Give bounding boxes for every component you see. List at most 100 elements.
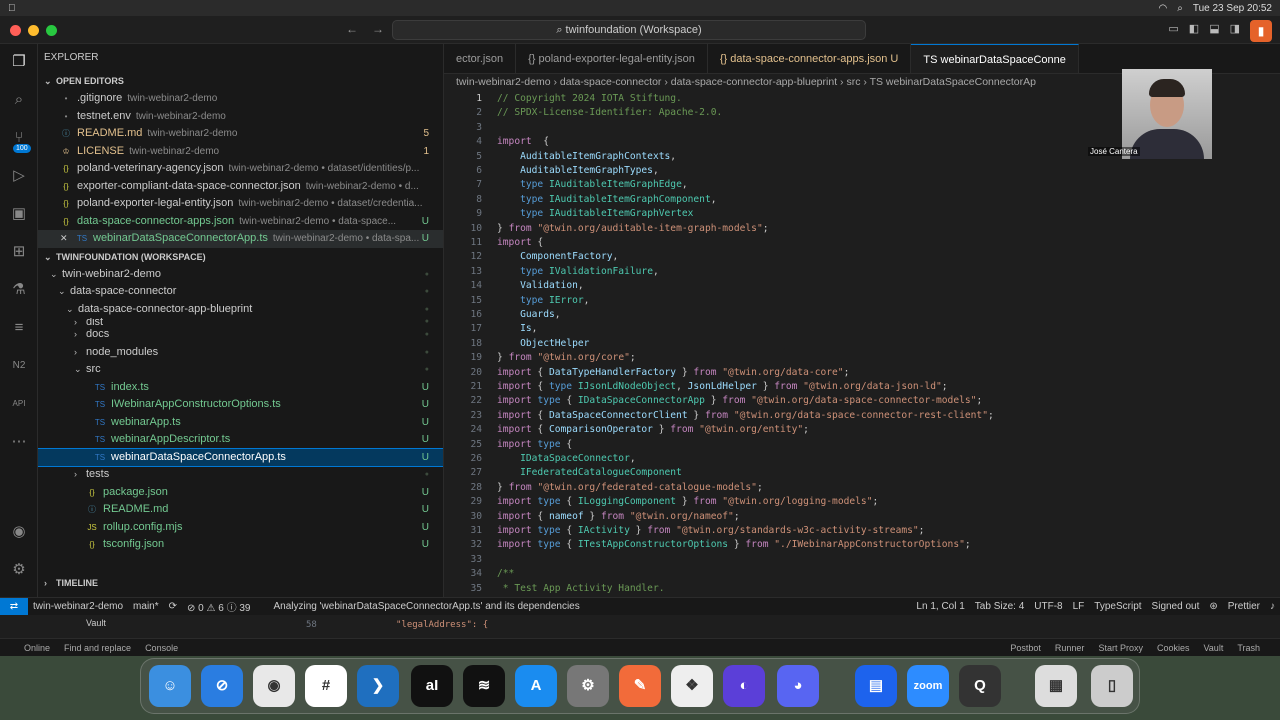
command-center-search[interactable]: ⌕ twinfoundation (Workspace) <box>392 20 866 40</box>
code-editor[interactable]: 1 // Copyright 2024 IOTA Stiftung. 2 // SPD… <box>444 90 1244 604</box>
breadcrumb[interactable]: twin-webinar2-demo › data-space-connecto… <box>456 74 1036 90</box>
close-window-button[interactable] <box>10 25 21 36</box>
discord-dock-icon[interactable]: ◕ <box>777 665 819 707</box>
forward-arrow-icon[interactable]: → <box>372 22 384 36</box>
wifi-icon[interactable]: ◠ <box>1159 3 1168 14</box>
tree-item[interactable]: ⓘ README.md U <box>38 501 443 519</box>
editor-tab[interactable]: TS webinarDataSpaceConne <box>911 44 1079 73</box>
remote-icon[interactable]: ⇄ <box>0 597 28 616</box>
api-icon[interactable]: API <box>9 394 29 414</box>
tableplus-dock-icon[interactable]: ❖ <box>671 665 713 707</box>
safari-dock-icon[interactable]: ⊘ <box>201 665 243 707</box>
open-editor-item[interactable]: {} data-space-connector-apps.json twin-web… <box>38 213 443 231</box>
open-editor-item[interactable]: {} poland-exporter-legal-entity.json twin-… <box>38 195 443 213</box>
database-icon[interactable]: ≡ <box>9 318 29 338</box>
editor-tab[interactable]: {} data-space-connector-apps.json U <box>708 44 912 73</box>
status-account[interactable]: Signed out <box>1152 601 1200 612</box>
tree-item[interactable]: TS IWebinarAppConstructorOptions.ts U <box>38 396 443 414</box>
tree-item[interactable]: TS webinarApp.ts U <box>38 414 443 432</box>
testing-icon[interactable]: ⚗ <box>9 280 29 300</box>
status-workspace[interactable]: twin-webinar2-demo <box>33 601 123 612</box>
firefox-dock-icon[interactable]: ◐ <box>723 665 765 707</box>
status-formatter[interactable]: Prettier <box>1228 601 1260 612</box>
zoom-window-button[interactable] <box>46 25 57 36</box>
postman-dock-icon[interactable]: ✎ <box>619 665 661 707</box>
menubar-clock[interactable]: Tue 23 Sep 20:52 <box>1193 3 1272 14</box>
extensions-icon[interactable]: ⊞ <box>9 242 29 262</box>
remote-explorer-icon[interactable]: ▣ <box>9 204 29 224</box>
bottom-bar-item[interactable]: Trash <box>1237 643 1260 653</box>
open-editor-item[interactable]: {} poland-veterinary-agency.json twin-webi… <box>38 160 443 178</box>
status-eol[interactable]: LF <box>1073 601 1085 612</box>
editor-tab[interactable]: ector.json <box>444 44 517 73</box>
timeline-header[interactable]: › TIMELINE <box>38 574 443 592</box>
search-icon[interactable]: ⌕ <box>1177 3 1183 14</box>
close-icon[interactable]: ✕ <box>60 230 68 248</box>
quicktime-dock-icon[interactable]: Q <box>959 665 1001 707</box>
status-branch[interactable]: main* <box>133 601 159 612</box>
console-link[interactable]: Console <box>145 643 178 653</box>
minimize-window-button[interactable] <box>28 25 39 36</box>
more-icon[interactable]: ⋯ <box>9 432 29 452</box>
panel-vault-item[interactable]: Vault <box>86 618 106 628</box>
sync-icon[interactable]: ⟳ <box>169 601 177 612</box>
zoom-dock-icon[interactable]: zoom <box>907 665 949 707</box>
extension-badge-icon[interactable]: ▮ <box>1250 20 1272 42</box>
status-position[interactable]: Ln 1, Col 1 <box>916 601 964 612</box>
n2-icon[interactable]: N2 <box>9 356 29 376</box>
back-arrow-icon[interactable]: ← <box>346 22 358 36</box>
tree-item[interactable]: ⌄ data-space-connector-app-blueprint ● <box>38 301 443 319</box>
tree-item[interactable]: JS rollup.config.mjs U <box>38 519 443 537</box>
manage-gear-icon[interactable]: ⚙ <box>9 560 29 580</box>
workspace-header[interactable]: ⌄ TWINFOUNDATION (WORKSPACE) <box>38 248 443 266</box>
tree-item[interactable]: ⌄ data-space-connector ● <box>38 283 443 301</box>
copilot-icon[interactable]: ⊛ <box>1209 601 1217 612</box>
status-problems[interactable]: ⊘ 0 ⚠ 6 ⓘ 39 <box>187 599 250 614</box>
tree-item[interactable]: TS index.ts U <box>38 379 443 397</box>
tree-item[interactable]: {} package.json U <box>38 484 443 502</box>
layout-icon[interactable]: ▭ <box>1168 22 1178 35</box>
tree-item[interactable]: › docs ● <box>38 326 443 344</box>
bottom-bar-item[interactable]: Postbot <box>1010 643 1041 653</box>
trash-dock-icon[interactable]: ▯ <box>1091 665 1133 707</box>
toggle-sidebar-icon[interactable]: ◧ <box>1189 22 1199 35</box>
tree-item[interactable]: ⌄ twin-webinar2-demo ● <box>38 266 443 284</box>
status-language[interactable]: TypeScript <box>1094 601 1141 612</box>
bottom-bar-item[interactable]: Runner <box>1055 643 1085 653</box>
explorer-icon[interactable]: ❐ <box>9 52 29 72</box>
tree-item[interactable]: TS webinarAppDescriptor.ts U <box>38 431 443 449</box>
settings-dock-icon[interactable]: ⚙ <box>567 665 609 707</box>
tree-item[interactable]: TS webinarDataSpaceConnectorApp.ts U <box>38 447 443 467</box>
tree-item[interactable]: › tests ● <box>38 466 443 484</box>
bottom-bar-item[interactable]: Start Proxy <box>1098 643 1143 653</box>
docker-dock-icon[interactable]: ▤ <box>855 665 897 707</box>
run-debug-icon[interactable]: ▷ <box>9 166 29 186</box>
status-tabsize[interactable]: Tab Size: 4 <box>975 601 1024 612</box>
tree-item[interactable]: ⌄ src ● <box>38 361 443 379</box>
intellij-dock-icon[interactable]: aI <box>411 665 453 707</box>
spotify-dock-icon[interactable]: ≋ <box>463 665 505 707</box>
tree-item[interactable]: › node_modules ● <box>38 344 443 362</box>
toggle-secondary-sidebar-icon[interactable]: ◨ <box>1230 22 1240 35</box>
online-status[interactable]: Online <box>24 643 50 653</box>
appstore-dock-icon[interactable]: A <box>515 665 557 707</box>
open-editor-item[interactable]: ♔ LICENSE twin-webinar2-demo 1 <box>38 143 443 161</box>
apple-icon[interactable]:  <box>8 3 16 14</box>
open-editor-item[interactable]: ✕ TS webinarDataSpaceConnectorApp.ts twin-w… <box>38 230 443 248</box>
bottom-bar-item[interactable]: Vault <box>1203 643 1223 653</box>
editor-tab[interactable]: {} poland-exporter-legal-entity.json <box>516 44 708 73</box>
vscode-dock-icon[interactable]: ❯ <box>357 665 399 707</box>
notifications-bell-icon[interactable]: ♪ <box>1270 601 1275 612</box>
preview-dock-icon[interactable]: ▦ <box>1035 665 1077 707</box>
finder-dock-icon[interactable]: ☺ <box>149 665 191 707</box>
chrome-dock-icon[interactable]: ◉ <box>253 665 295 707</box>
search-icon[interactable]: ⌕ <box>9 90 29 110</box>
open-editor-item[interactable]: • testnet.env twin-webinar2-demo <box>38 108 443 126</box>
open-editor-item[interactable]: • .gitignore twin-webinar2-demo <box>38 90 443 108</box>
toggle-panel-icon[interactable]: ⬓ <box>1209 22 1219 35</box>
open-editor-item[interactable]: ⓘ README.md twin-webinar2-demo 5 <box>38 125 443 143</box>
status-encoding[interactable]: UTF-8 <box>1034 601 1062 612</box>
slack-dock-icon[interactable]: # <box>305 665 347 707</box>
open-editors-header[interactable]: ⌄ OPEN EDITORS <box>38 72 443 90</box>
tree-item[interactable]: › dist ● <box>38 318 443 326</box>
